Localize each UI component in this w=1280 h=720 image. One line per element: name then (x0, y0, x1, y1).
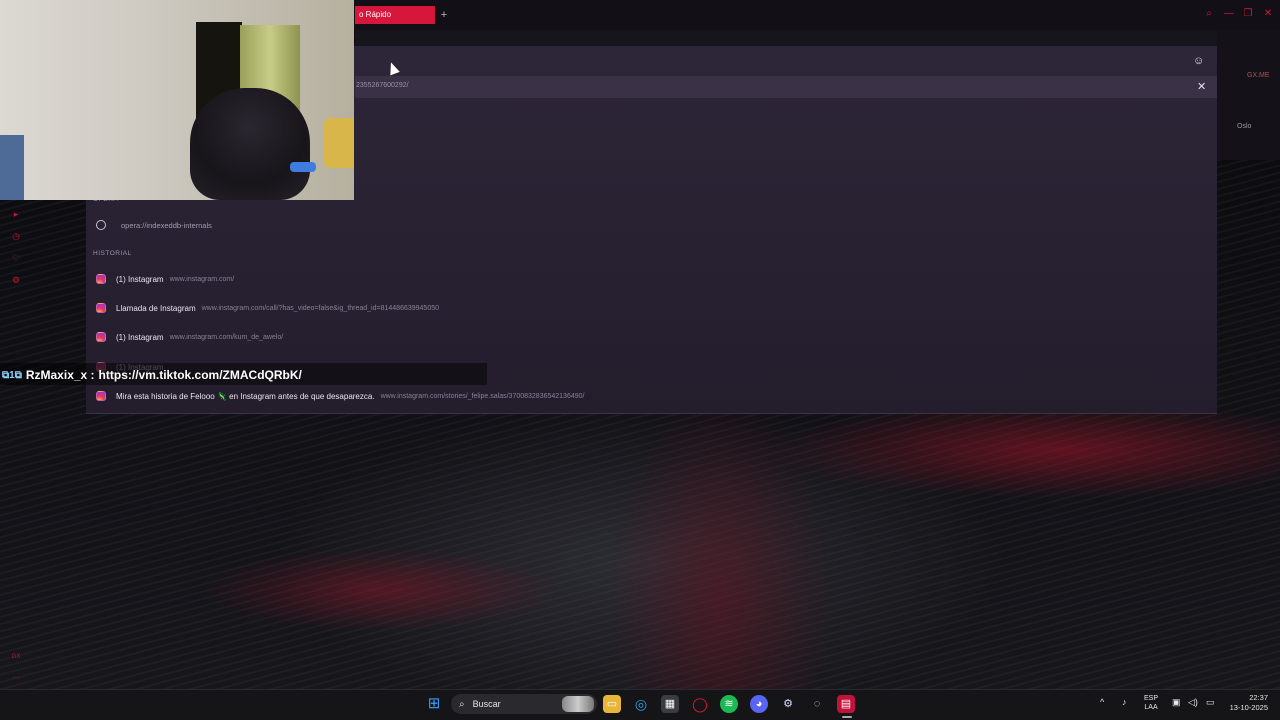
history-item-title: (1) Instagram (116, 274, 164, 284)
history-item[interactable]: (1) Instagram www.instagram.com/kum_de_a… (96, 330, 283, 344)
clock-icon[interactable]: ◷ (11, 231, 21, 241)
opera-suggestion[interactable]: opera://indexeddb-internals (96, 218, 212, 232)
opera-gx-icon[interactable]: ◯ (691, 695, 709, 713)
language-indicator[interactable]: ESP LAA (1144, 694, 1158, 712)
clock[interactable]: 22:37 13-10-2025 (1224, 693, 1268, 713)
network-icon[interactable]: ▣ (1172, 697, 1181, 708)
discord-icon[interactable]: ◕ (750, 695, 768, 713)
history-item-url: www.instagram.com/ (169, 275, 235, 283)
webcam-monitor (0, 135, 24, 200)
history-item-url: www.instagram.com/call/?has_video=false&… (201, 304, 439, 312)
chat-message-text: https://vm.tiktok.com/ZMACdQRbK/ (98, 368, 302, 382)
globe-icon (96, 220, 106, 230)
clock-date: 13-10-2025 (1229, 703, 1268, 712)
history-item-title: (1) Instagram (116, 332, 164, 342)
spotify-icon[interactable]: ≋ (720, 695, 738, 713)
history-item[interactable]: Llamada de Instagram www.instagram.com/c… (96, 301, 439, 315)
gx-label[interactable]: GX (11, 652, 21, 662)
more-icon[interactable]: ··· (11, 673, 21, 683)
right-panel-label: GX.ME (1247, 72, 1270, 79)
chat-username: RzMaxix_x : (25, 368, 95, 382)
instagram-icon (96, 391, 106, 401)
minimize-button[interactable]: — (1222, 8, 1236, 19)
instagram-icon (96, 332, 106, 342)
history-item-url: www.instagram.com/stories/_felipe.salas/… (380, 392, 585, 400)
history-item-url: www.instagram.com/kum_de_awelo/ (169, 333, 284, 341)
webcam-overlay (0, 0, 354, 200)
webcam-chair (324, 118, 354, 168)
microphone-icon[interactable]: ♪ (1122, 697, 1127, 707)
settings-icon[interactable]: ⚙ (11, 275, 21, 285)
history-item-title: Llamada de Instagram (116, 303, 196, 313)
file-explorer-icon[interactable]: ▭ (603, 695, 621, 713)
instagram-icon (96, 303, 106, 313)
heart-icon[interactable]: ♡ (11, 253, 21, 263)
chat-badges: ⧉1⧉ (2, 369, 22, 381)
clock-time: 22:37 (1249, 693, 1268, 702)
history-item[interactable]: (1) Instagram www.instagram.com/ (96, 272, 234, 286)
start-windows-icon[interactable]: ⊞ (425, 695, 443, 713)
maximize-button[interactable]: ❐ (1241, 8, 1255, 19)
suggestion-url: opera://indexeddb-internals (121, 220, 212, 230)
chat-message: ⧉1⧉ RzMaxix_x : https://vm.tiktok.com/ZM… (2, 366, 302, 384)
history-item[interactable]: Mira esta historia de Felooo 🦎 en Instag… (96, 389, 584, 403)
keyboard-layout: LAA (1144, 704, 1158, 711)
instagram-icon (96, 274, 106, 284)
address-bar-strip[interactable] (355, 30, 1217, 46)
close-window-button[interactable]: ✕ (1261, 8, 1275, 19)
steam-icon[interactable]: ⚙ (779, 695, 797, 713)
app-icon[interactable]: ◌ (808, 695, 826, 713)
volume-icon[interactable]: ◁) (1188, 697, 1198, 708)
search-highlight-image (562, 696, 594, 712)
history-section-label: HISTORIAL (93, 250, 132, 257)
current-url-row[interactable] (355, 76, 1217, 98)
store-icon[interactable]: ▦ (661, 695, 679, 713)
webcam-headset (290, 162, 316, 172)
new-tab-button[interactable]: + (438, 8, 450, 22)
close-icon[interactable]: ✕ (1197, 80, 1206, 93)
active-app-indicator (842, 716, 852, 718)
play-icon[interactable]: ▸ (11, 209, 21, 219)
chevron-up-icon[interactable]: ^ (1100, 697, 1104, 707)
webcam-person (190, 88, 310, 200)
current-url-text: 2355267600292/ (356, 82, 409, 89)
history-item-title: Mira esta historia de Felooo 🦎 en Instag… (116, 391, 375, 401)
active-tab[interactable]: o Rápido (355, 6, 435, 24)
battery-icon[interactable]: ▭ (1206, 697, 1215, 708)
epic-games-icon[interactable]: ▤ (837, 695, 855, 713)
search-icon: ⌕ (459, 698, 465, 710)
edge-icon[interactable]: ◎ (632, 695, 650, 713)
language-code: ESP (1144, 695, 1159, 702)
search-label: Buscar (472, 699, 501, 709)
right-panel-label: Oslo (1237, 123, 1252, 130)
emoji-icon[interactable]: ☺ (1193, 55, 1204, 67)
right-panel: GX.ME Oslo (1217, 30, 1280, 160)
tab-search-icon[interactable]: ⌕ (1202, 8, 1216, 19)
